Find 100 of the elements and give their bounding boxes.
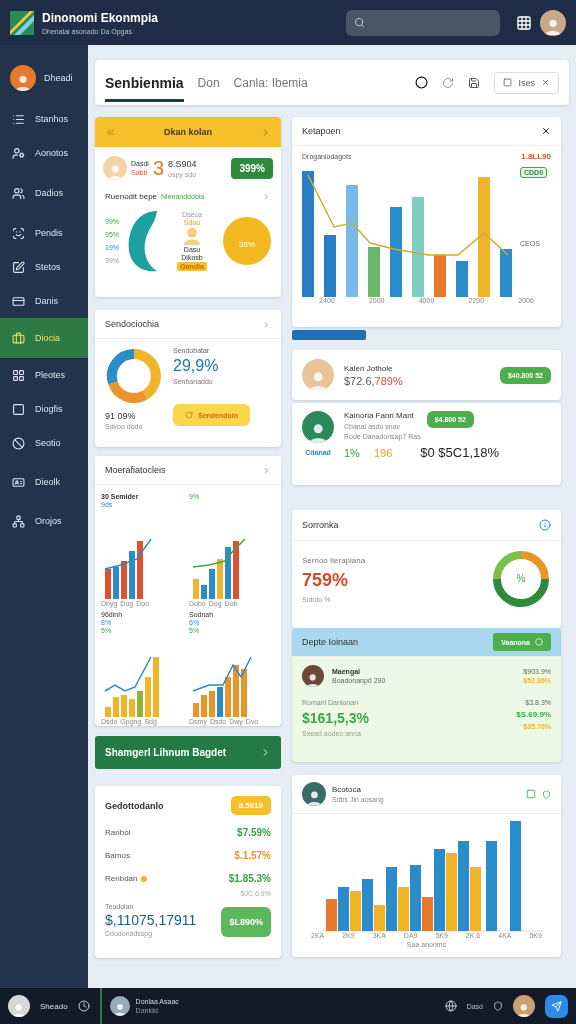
chart-bar [145,677,151,717]
sidebar-item[interactable]: Pendis [0,216,88,250]
tab[interactable]: Don [197,64,220,101]
globe-icon[interactable] [444,1000,457,1012]
row-label: Bamos [105,851,130,860]
chart-bar [121,561,127,599]
network-icon [12,514,25,528]
logo-icon [10,10,34,35]
sidebar-item[interactable]: Pleotes [0,358,88,392]
sidebar-item[interactable]: Stanhos [0,102,88,136]
amount: $72.6, [344,374,375,387]
search-icon [354,17,365,28]
avatar [513,995,535,1017]
chevron-right-icon[interactable] [262,465,271,475]
avatar [302,359,334,391]
chart-bar [153,657,159,717]
app-title: Dinonomi Ekonmpia [42,10,159,25]
chart-bar [217,687,223,717]
sidebar-item[interactable]: Diogfis [0,392,88,426]
sidebar-item[interactable]: Orojos [0,504,88,538]
close-icon[interactable] [541,126,551,136]
ban-icon [12,436,25,450]
change: 789% [374,374,403,387]
chart-bar [233,541,239,599]
chart-bar [500,249,512,297]
row-value: $.1.57% [234,850,271,861]
chart-value: 1.8LL90 [521,152,551,161]
edit-icon [12,260,25,274]
square-icon[interactable] [526,789,536,799]
row-value: $7.59% [237,827,271,838]
stat: 1% [344,446,360,459]
chart-bar [434,255,446,297]
tab[interactable]: Canla: Ibemia [233,64,308,101]
search-field[interactable] [346,9,500,36]
bottom-value: 91 09% [105,411,136,421]
id-card-icon [12,475,25,489]
circle-icon[interactable] [415,76,429,89]
refresh-icon [185,411,193,419]
stat: 196 [373,446,393,459]
clock-icon[interactable] [77,1000,90,1012]
tab[interactable]: Senbienmia [105,63,184,102]
square-icon [12,402,25,416]
sidebar-item[interactable]: Diocia [0,318,88,358]
big-value: $161,5,3% [302,710,369,726]
refresh-icon[interactable] [442,76,455,89]
sidebar-item[interactable]: Dieolk [0,460,88,504]
apps-grid-icon[interactable] [516,14,532,31]
avatar [302,411,334,443]
users-icon [12,186,25,200]
figure-value: 8.S904 [168,158,197,169]
blob-value: 36% [239,240,255,249]
row-value: $1.85.3% [228,873,271,884]
amount: $0 $5C1,18% [420,445,500,460]
avatar [10,65,36,91]
chart-bar [326,899,337,931]
sidebar-item[interactable]: Dadios [0,170,88,216]
chart-bar [217,559,223,599]
user-gear-icon [12,146,25,160]
sidebar-item[interactable]: Stetos [0,250,88,284]
sidebar-item[interactable]: Aonotos [0,136,88,170]
send-button[interactable] [545,994,568,1018]
card-title: Moerafiatocleis [105,465,166,475]
card-title: Depte Ioinaan [302,637,359,647]
shield-icon[interactable] [493,1001,503,1011]
chart-bar [105,707,111,717]
chevron-right-icon[interactable] [262,319,271,329]
card-title: Dkan kolan [164,127,212,137]
grid-icon [12,368,25,382]
trend-line [104,538,152,570]
action-button[interactable]: Ises [494,71,559,94]
chart-bar [241,669,247,717]
user-name: Sheado [40,1001,68,1011]
card-title: Gedottodanlo [105,800,164,811]
chart-bar [225,677,231,717]
chart-bar [470,867,481,931]
section-title: Ruenodit bepe [105,192,158,201]
gauge-value: 759% [302,569,349,591]
row-label: Ranbol [105,828,131,837]
percent-badge[interactable]: 399% [231,157,273,179]
avatar [109,996,130,1016]
trend-line [192,538,246,568]
chart-bar [456,261,468,297]
person-name: Kalen Jothole [344,363,393,373]
sidebar-item[interactable]: Seotio [0,426,88,460]
stat-value: 29,9% [173,357,219,375]
chevron-right-icon[interactable] [262,192,271,201]
sidebar-item[interactable]: Danis [0,284,88,318]
person-name: Kainoria Fann Mant [344,411,414,420]
save-icon[interactable] [468,76,481,89]
banner-button[interactable]: Shamgerl Lihnum Bagdet [95,736,281,769]
avatar [103,156,127,180]
face-scan-icon [12,226,25,240]
card-title: Sendociochia [105,319,160,329]
chart-bar [209,691,215,717]
chart-bar [368,247,380,297]
chart-bar [324,235,336,297]
close-icon [541,78,550,87]
info-icon[interactable] [539,519,551,531]
chart-bar [129,699,135,717]
avatar [302,665,324,687]
